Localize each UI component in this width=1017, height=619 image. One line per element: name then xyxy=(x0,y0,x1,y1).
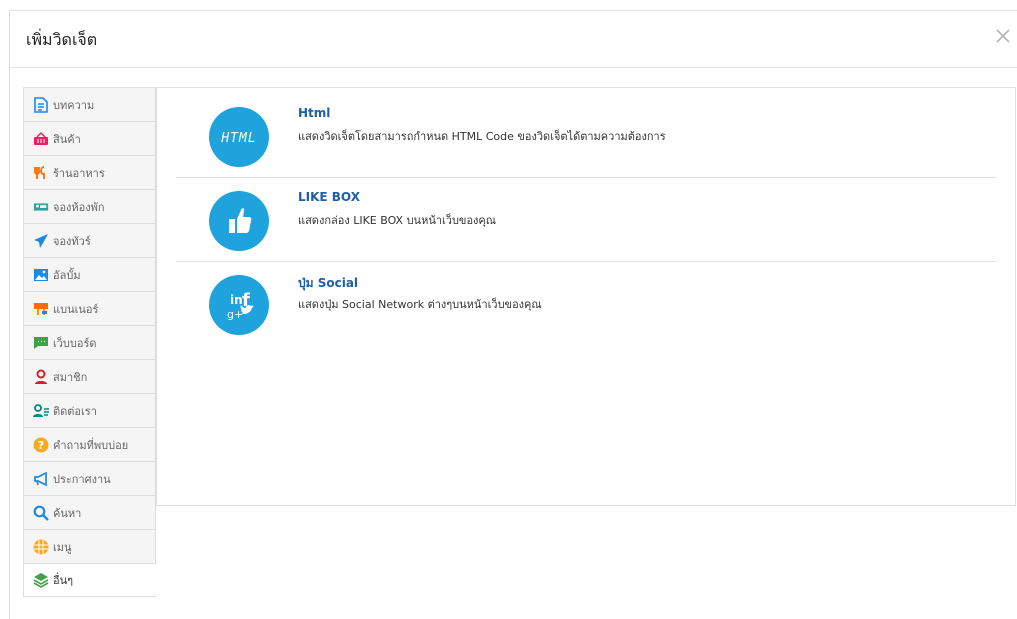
sidebar-item-label: ค้นหา xyxy=(53,506,82,520)
social-icon[interactable]: in f g+ xyxy=(209,275,269,335)
widget-title[interactable]: ปุ่ม Social xyxy=(298,274,358,293)
widget-description: แสดงวิดเจ็ตโดยสามารถกำหนด HTML Code ของว… xyxy=(298,130,666,143)
plane-icon xyxy=(33,233,49,249)
sidebar-item-member[interactable]: สมาชิก xyxy=(23,359,156,393)
html-icon[interactable]: HTML xyxy=(209,107,269,167)
widget-title[interactable]: Html xyxy=(298,106,330,120)
sidebar-item-search[interactable]: ค้นหา xyxy=(23,495,156,529)
sidebar-item-other[interactable]: อื่นๆ xyxy=(23,563,157,597)
sidebar-item-label: อื่นๆ xyxy=(53,574,74,587)
sidebar-item-label: เมนู xyxy=(53,540,72,554)
linkedin-glyph: in xyxy=(230,293,243,307)
sidebar-item-tour[interactable]: จองทัวร์ xyxy=(23,223,156,257)
sidebar-item-hotel[interactable]: จองห้องพัก xyxy=(23,189,156,223)
sidebar-item-article[interactable]: บทความ xyxy=(23,87,156,121)
hotel-icon xyxy=(33,199,49,215)
restaurant-icon xyxy=(33,165,49,181)
layers-icon xyxy=(33,572,49,588)
sidebar-item-product[interactable]: สินค้า xyxy=(23,121,156,155)
html-icon-text: HTML xyxy=(220,131,256,146)
widget-category-sidebar: บทความ สินค้า ร้านอาหาร จองห้องพัก จองทั… xyxy=(23,87,157,597)
widget-description: แสดงกล่อง LIKE BOX บนหน้าเว็บของคุณ xyxy=(298,214,496,227)
megaphone-icon xyxy=(33,471,49,487)
image-icon xyxy=(33,267,49,283)
close-icon[interactable] xyxy=(992,25,1014,47)
thumbs-up-icon[interactable] xyxy=(209,191,269,251)
add-widget-modal: เพิ่มวิดเจ็ต บทความ สินค้า ร้านอาหาร จอง… xyxy=(9,10,1017,619)
basket-icon xyxy=(33,131,49,147)
widget-item-like-box[interactable]: LIKE BOX แสดงกล่อง LIKE BOX บนหน้าเว็บขอ… xyxy=(176,178,996,262)
question-icon: ? xyxy=(33,437,49,453)
sidebar-item-banner[interactable]: แบนเนอร์ xyxy=(23,291,156,325)
sidebar-item-album[interactable]: อัลบั้ม xyxy=(23,257,156,291)
sidebar-item-label: ประกาศงาน xyxy=(53,472,111,486)
sidebar-item-label: บทความ xyxy=(53,98,95,112)
widget-title[interactable]: LIKE BOX xyxy=(298,190,360,204)
sidebar-item-label: จองห้องพัก xyxy=(53,200,105,214)
banner-icon xyxy=(33,301,49,317)
sidebar-item-faq[interactable]: ? คำถามที่พบบ่อย xyxy=(23,427,156,461)
sidebar-item-label: ร้านอาหาร xyxy=(53,166,105,180)
svg-text:?: ? xyxy=(38,439,44,452)
sidebar-item-restaurant[interactable]: ร้านอาหาร xyxy=(23,155,156,189)
modal-title: เพิ่มวิดเจ็ต xyxy=(26,30,98,49)
widget-list-panel: HTML Html แสดงวิดเจ็ตโดยสามารถกำหนด HTML… xyxy=(156,87,1016,506)
sidebar-item-label: อัลบั้ม xyxy=(53,268,81,282)
sidebar-item-label: คำถามที่พบบ่อย xyxy=(53,438,129,452)
sidebar-item-label: สินค้า xyxy=(53,132,81,146)
widget-item-html[interactable]: HTML Html แสดงวิดเจ็ตโดยสามารถกำหนด HTML… xyxy=(176,94,996,178)
modal-header: เพิ่มวิดเจ็ต xyxy=(10,11,1017,68)
sidebar-item-label: ติดต่อเรา xyxy=(53,404,97,418)
chat-icon xyxy=(33,335,49,351)
google-plus-glyph: g+ xyxy=(227,308,243,321)
sidebar-item-label: จองทัวร์ xyxy=(53,234,91,248)
widget-item-social[interactable]: in f g+ ปุ่ม Social แสดงปุ่ม Social Netw… xyxy=(176,262,996,346)
sidebar-item-label: เว็บบอร์ด xyxy=(53,336,97,350)
sidebar-item-contact[interactable]: ติดต่อเรา xyxy=(23,393,156,427)
sidebar-item-label: สมาชิก xyxy=(53,370,88,384)
search-icon xyxy=(33,505,49,521)
grid-icon xyxy=(33,539,49,555)
user-icon xyxy=(33,369,49,385)
widget-description: แสดงปุ่ม Social Network ต่างๆบนหน้าเว็บข… xyxy=(298,298,542,311)
sidebar-item-webboard[interactable]: เว็บบอร์ด xyxy=(23,325,156,359)
sidebar-item-label: แบนเนอร์ xyxy=(53,302,99,316)
sidebar-item-jobs[interactable]: ประกาศงาน xyxy=(23,461,156,495)
sidebar-item-menu[interactable]: เมนู xyxy=(23,529,156,563)
article-icon xyxy=(33,96,49,113)
contact-icon xyxy=(33,403,49,419)
